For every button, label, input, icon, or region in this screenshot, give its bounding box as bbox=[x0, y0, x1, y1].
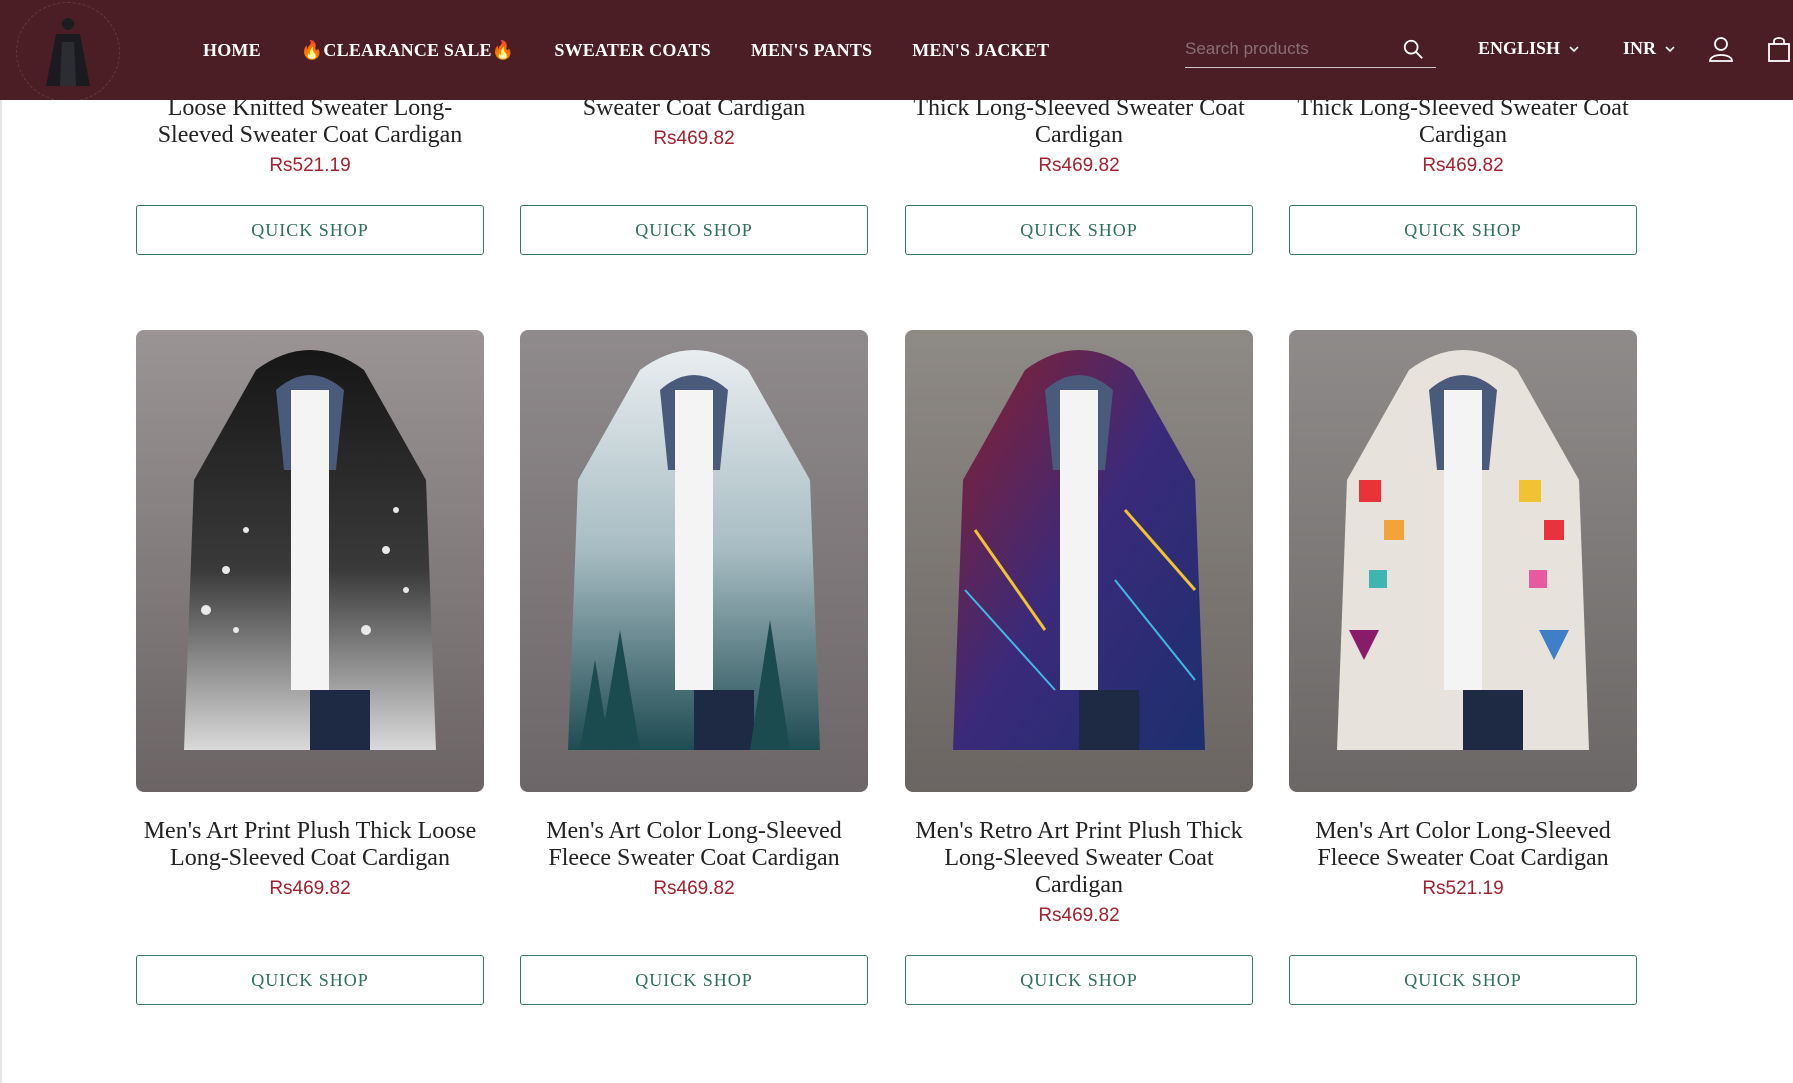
product-price: Rs469.82 bbox=[269, 878, 351, 899]
nav-mens-pants[interactable]: MEN'S PANTS bbox=[751, 40, 872, 61]
search-icon[interactable] bbox=[1402, 38, 1424, 60]
quick-shop-button[interactable]: QUICK SHOP bbox=[136, 955, 484, 1005]
product-card[interactable]: Thick Long-Sleeved Sweater Coat Cardigan… bbox=[905, 95, 1253, 177]
quick-shop-button[interactable]: QUICK SHOP bbox=[905, 955, 1253, 1005]
site-header: HOME 🔥CLEARANCE SALE🔥 SWEATER COATS MEN'… bbox=[0, 0, 1793, 102]
main-nav: HOME 🔥CLEARANCE SALE🔥 SWEATER COATS MEN'… bbox=[203, 0, 1089, 100]
nav-clearance-sale[interactable]: 🔥CLEARANCE SALE🔥 bbox=[301, 40, 515, 61]
product-card[interactable]: Sweater Coat Cardigan Rs469.82 bbox=[520, 95, 868, 150]
quick-shop-button[interactable]: QUICK SHOP bbox=[136, 205, 484, 255]
product-price: Rs469.82 bbox=[1038, 155, 1120, 176]
store-logo[interactable] bbox=[16, 2, 120, 102]
product-card[interactable]: Men's Retro Art Print Plush Thick Long-S… bbox=[905, 818, 1253, 927]
product-title[interactable]: Loose Knitted Sweater Long-Sleeved Sweat… bbox=[136, 95, 484, 149]
product-title[interactable]: Men's Art Color Long-Sleeved Fleece Swea… bbox=[520, 818, 868, 872]
product-price: Rs469.82 bbox=[1038, 905, 1120, 926]
user-icon[interactable] bbox=[1708, 36, 1734, 62]
search-input[interactable] bbox=[1185, 32, 1395, 66]
nav-sweater-coats[interactable]: SWEATER COATS bbox=[554, 40, 710, 61]
nav-mens-jacket[interactable]: MEN'S JACKET bbox=[912, 40, 1049, 61]
product-image[interactable] bbox=[136, 330, 484, 792]
chevron-down-icon bbox=[1665, 45, 1675, 52]
quick-shop-button[interactable]: QUICK SHOP bbox=[905, 205, 1253, 255]
product-card[interactable]: Thick Long-Sleeved Sweater Coat Cardigan… bbox=[1289, 95, 1637, 177]
nav-home[interactable]: HOME bbox=[203, 40, 261, 61]
quick-shop-button[interactable]: QUICK SHOP bbox=[1289, 205, 1637, 255]
product-price: Rs521.19 bbox=[269, 155, 351, 176]
shopping-bag-icon[interactable] bbox=[1766, 36, 1792, 62]
product-price: Rs469.82 bbox=[653, 128, 735, 149]
coat-logo-icon bbox=[46, 18, 90, 86]
product-card[interactable]: Men's Art Print Plush Thick Loose Long-S… bbox=[136, 818, 484, 900]
language-label: ENGLISH bbox=[1478, 38, 1561, 58]
product-title[interactable]: Thick Long-Sleeved Sweater Coat Cardigan bbox=[1289, 95, 1637, 149]
product-card[interactable]: Men's Art Color Long-Sleeved Fleece Swea… bbox=[520, 818, 868, 900]
page-edge bbox=[0, 100, 2, 1083]
product-price: Rs469.82 bbox=[653, 878, 735, 899]
currency-label: INR bbox=[1623, 38, 1657, 58]
currency-selector[interactable]: INR bbox=[1623, 38, 1676, 59]
quick-shop-button[interactable]: QUICK SHOP bbox=[1289, 955, 1637, 1005]
language-selector[interactable]: ENGLISH bbox=[1478, 38, 1580, 59]
product-title[interactable]: Men's Retro Art Print Plush Thick Long-S… bbox=[905, 818, 1253, 899]
quick-shop-button[interactable]: QUICK SHOP bbox=[520, 205, 868, 255]
product-title[interactable]: Men's Art Print Plush Thick Loose Long-S… bbox=[136, 818, 484, 872]
product-price: Rs469.82 bbox=[1422, 155, 1504, 176]
product-price: Rs521.19 bbox=[1422, 878, 1504, 899]
search-bar bbox=[1185, 32, 1436, 68]
product-card[interactable]: Loose Knitted Sweater Long-Sleeved Sweat… bbox=[136, 95, 484, 177]
product-card[interactable]: Men's Art Color Long-Sleeved Fleece Swea… bbox=[1289, 818, 1637, 900]
product-title[interactable]: Men's Art Color Long-Sleeved Fleece Swea… bbox=[1289, 818, 1637, 872]
chevron-down-icon bbox=[1569, 45, 1579, 52]
product-image[interactable] bbox=[1289, 330, 1637, 792]
product-image[interactable] bbox=[520, 330, 868, 792]
product-title[interactable]: Thick Long-Sleeved Sweater Coat Cardigan bbox=[905, 95, 1253, 149]
quick-shop-button[interactable]: QUICK SHOP bbox=[520, 955, 868, 1005]
product-image[interactable] bbox=[905, 330, 1253, 792]
